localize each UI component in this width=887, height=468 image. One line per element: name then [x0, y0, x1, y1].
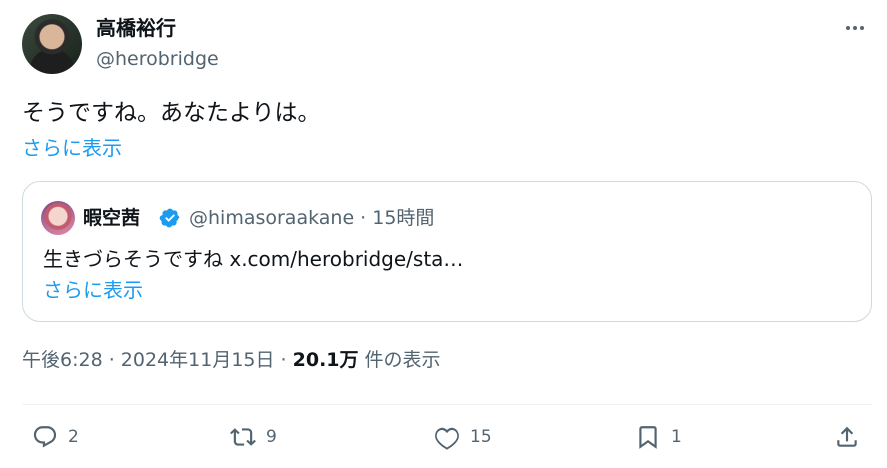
like-icon — [435, 427, 459, 450]
author-name[interactable]: 高橋裕行 — [96, 14, 176, 42]
like-count: 15 — [470, 427, 492, 447]
author-avatar[interactable] — [22, 14, 82, 74]
tweet-timestamp[interactable]: 午後6:28 · 2024年11月15日 · — [22, 349, 293, 371]
tweet-text: そうですね。あなたよりは。 — [22, 100, 321, 126]
quote-text: 生きづらそうですね x.com/herobridge/sta… — [43, 247, 464, 271]
retweet-button[interactable]: 9 — [230, 424, 277, 450]
quote-author-avatar[interactable] — [41, 201, 75, 235]
share-button[interactable] — [834, 424, 860, 450]
bookmark-button[interactable]: 1 — [635, 424, 682, 450]
show-more-link[interactable]: さらに表示 — [22, 134, 122, 162]
more-options-button[interactable] — [841, 16, 869, 40]
quote-show-more-link[interactable]: さらに表示 — [43, 276, 143, 304]
bookmark-icon — [639, 426, 657, 449]
reply-icon — [33, 426, 57, 448]
quoted-tweet[interactable]: 暇空茜 @himasoraakane · 15時間 生きづらそうですね x.co… — [22, 181, 872, 322]
view-label: 件の表示 — [358, 349, 441, 371]
like-button[interactable]: 15 — [434, 424, 492, 450]
action-bar: 2 9 15 1 — [0, 418, 887, 462]
more-icon — [846, 26, 864, 30]
view-count: 20.1万 — [292, 349, 359, 371]
verified-badge-icon — [159, 208, 180, 228]
author-handle[interactable]: @herobridge — [96, 46, 219, 72]
tweet-meta: 午後6:28 · 2024年11月15日 · 20.1万 件の表示 — [22, 346, 441, 374]
divider — [22, 404, 872, 405]
bookmark-count: 1 — [671, 427, 682, 447]
quote-author-handle-time[interactable]: @himasoraakane · 15時間 — [189, 204, 434, 232]
reply-count: 2 — [68, 427, 79, 447]
quote-author-name[interactable]: 暇空茜 — [83, 204, 140, 232]
reply-button[interactable]: 2 — [32, 424, 79, 450]
retweet-icon — [230, 428, 256, 446]
retweet-count: 9 — [266, 427, 277, 447]
share-icon — [837, 426, 857, 447]
